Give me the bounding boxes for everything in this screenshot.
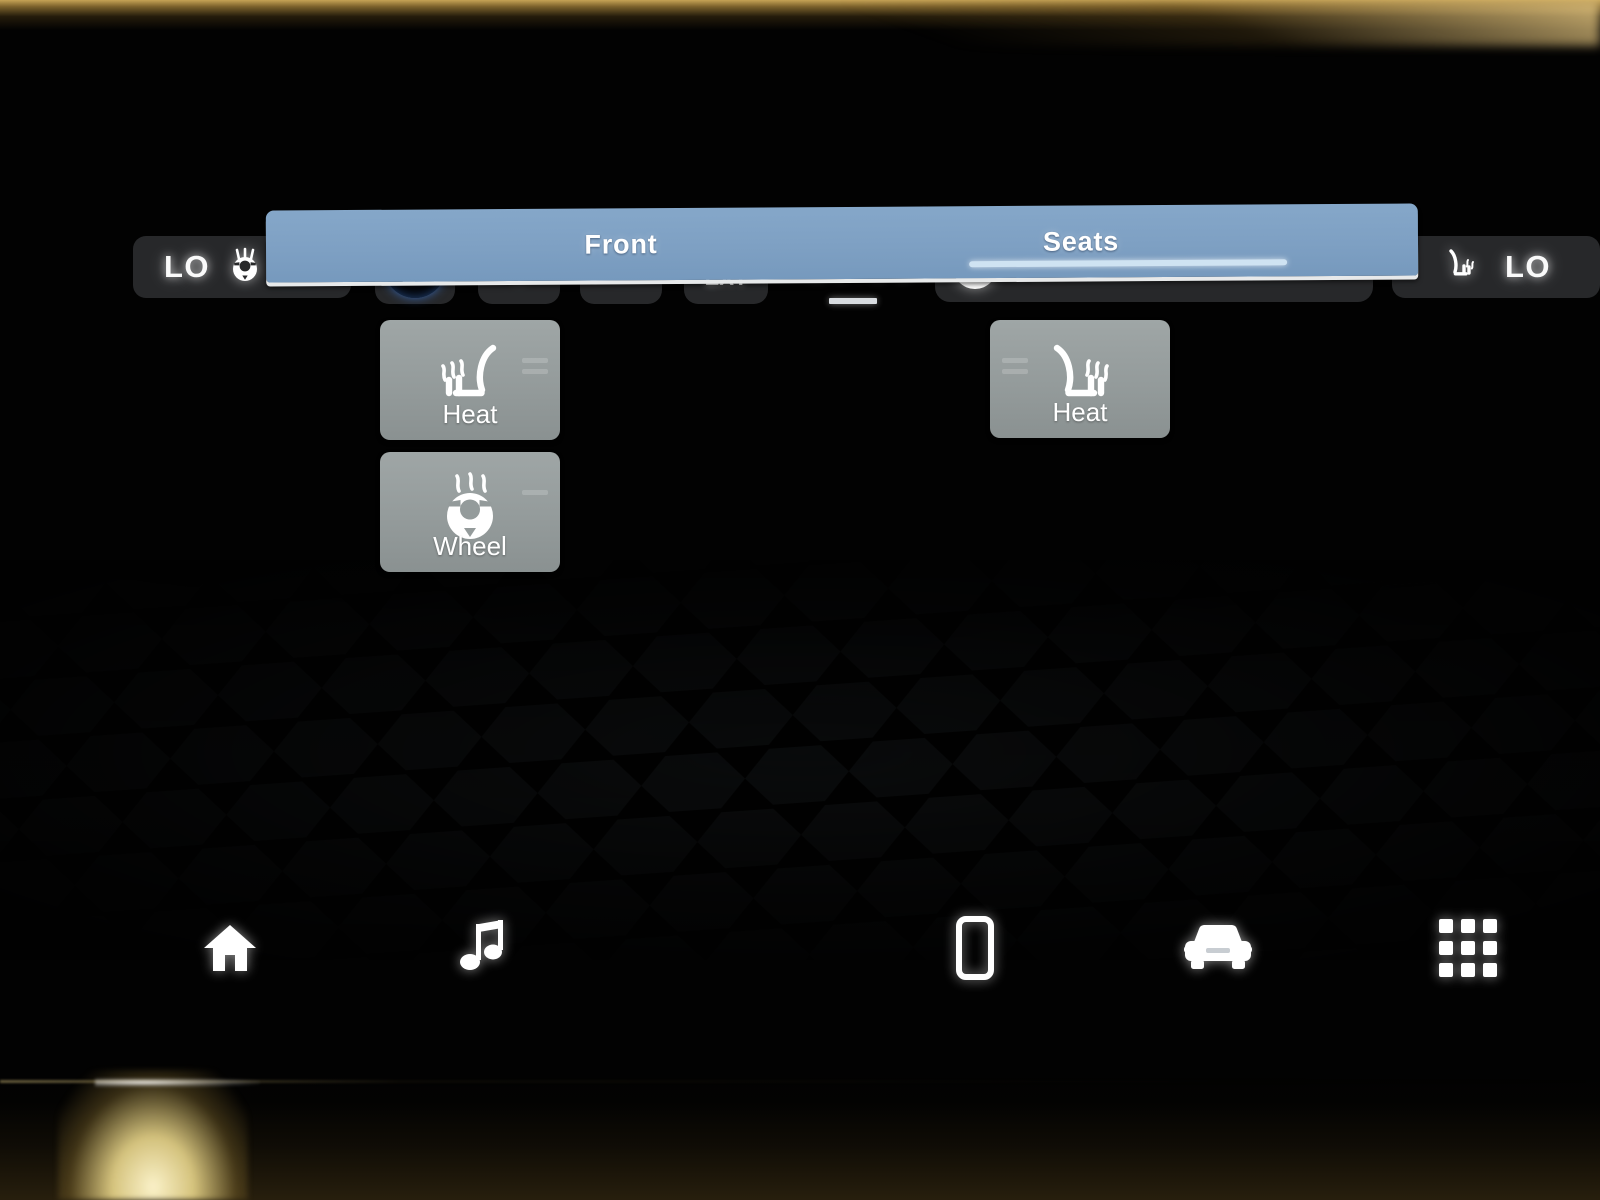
- bezel-glare-top-right: [760, 0, 1600, 46]
- vehicle-icon: [1181, 922, 1255, 979]
- music-note-icon: [460, 919, 510, 981]
- steering-wheel-heat-icon: [226, 247, 264, 287]
- status-bar: LO LO: [0, 110, 1600, 304]
- nav-item-media[interactable]: [415, 885, 555, 1015]
- passenger-seat-heat-button[interactable]: Heat: [990, 320, 1170, 438]
- steering-wheel-heat-button[interactable]: Wheel: [380, 452, 560, 572]
- level-bar: [522, 490, 548, 495]
- driver-climate-level-label: LO: [163, 249, 211, 284]
- status-bar-handle[interactable]: [829, 298, 877, 304]
- bezel-glare-top: [0, 0, 1600, 30]
- driver-seat-heat-level-indicator: [522, 358, 548, 374]
- passenger-climate-status-button[interactable]: LO: [1392, 236, 1600, 298]
- passenger-seat-heat-label: Heat: [1052, 397, 1108, 427]
- level-bar: [1002, 369, 1028, 374]
- home-icon: [202, 922, 258, 979]
- steering-wheel-heat-level-indicator: [522, 490, 548, 495]
- lamp-reflection: [58, 1070, 248, 1200]
- nav-item-apps[interactable]: [1398, 885, 1538, 1015]
- tab-front[interactable]: Front: [456, 207, 786, 281]
- nav-item-vehicle[interactable]: [1148, 885, 1288, 1015]
- steering-wheel-heat-label: Wheel: [433, 531, 507, 561]
- nav-item-phone[interactable]: [905, 885, 1045, 1015]
- specular-highlight: [95, 1078, 260, 1087]
- apps-grid-icon: [1439, 918, 1497, 982]
- bezel-glare-bottom: [0, 1065, 1600, 1200]
- passenger-climate-level-label: LO: [1504, 249, 1552, 284]
- level-bar: [1002, 358, 1028, 363]
- seat-heat-icon: [1441, 248, 1481, 287]
- bezel-edge-reflection: [0, 1080, 1600, 1083]
- driver-seat-heat-button[interactable]: Heat: [380, 320, 560, 440]
- driver-seat-heat-label: Heat: [442, 399, 498, 429]
- infotainment-screen: LO LO Front Seats Heat Wheel Heat: [0, 0, 1600, 1200]
- level-bar: [522, 358, 548, 363]
- passenger-seat-heat-level-indicator: [1002, 358, 1028, 374]
- tab-seats[interactable]: Seats: [916, 205, 1246, 279]
- bottom-navigation-bar: Comfort: [0, 885, 1600, 1025]
- level-bar: [522, 369, 548, 374]
- nav-item-home[interactable]: [160, 885, 300, 1015]
- comfort-tab-bar: Front Seats: [265, 203, 1419, 283]
- phone-icon: [955, 915, 995, 984]
